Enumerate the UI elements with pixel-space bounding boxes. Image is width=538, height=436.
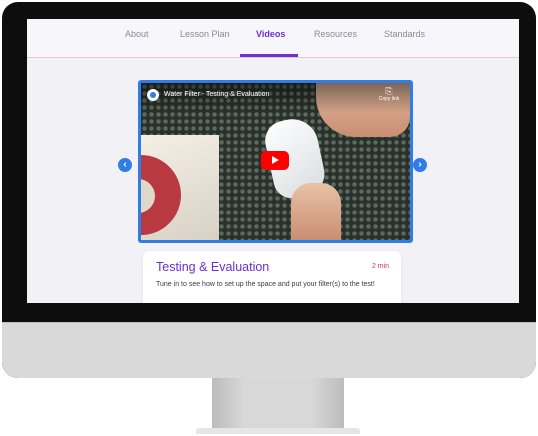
tab-resources[interactable]: Resources <box>314 29 357 39</box>
active-tab-indicator <box>240 54 298 57</box>
card-duration: 2 min <box>371 263 389 270</box>
copy-link-label: Copy link <box>378 96 400 102</box>
copy-link-button[interactable]: ⎘ Copy link <box>374 86 404 102</box>
card-description: Tune in to see how to set up the space a… <box>156 281 375 288</box>
chevron-left-icon: ‹ <box>123 159 127 170</box>
screen: About Lesson Plan Videos Resources Stand… <box>27 19 519 303</box>
tab-standards[interactable]: Standards <box>384 29 425 39</box>
monitor-stand-base <box>196 428 360 434</box>
tab-lesson-plan[interactable]: Lesson Plan <box>180 29 230 39</box>
copy-link-icon: ⎘ <box>385 86 393 96</box>
tab-about[interactable]: About <box>125 29 149 39</box>
tab-videos[interactable]: Videos <box>256 29 285 39</box>
monitor-chin <box>2 322 536 378</box>
channel-avatar[interactable] <box>147 89 159 101</box>
video-title[interactable]: Water Filter - Testing & Evaluation <box>164 91 269 98</box>
card-title: Testing & Evaluation <box>156 260 270 274</box>
video-frame-hand-lower <box>291 183 341 240</box>
carousel-prev-button[interactable]: ‹ <box>118 158 132 172</box>
chin-divider <box>2 322 536 323</box>
video-description-card: Testing & Evaluation 2 min Tune in to se… <box>143 251 401 303</box>
play-button[interactable] <box>261 151 289 170</box>
chevron-right-icon: › <box>418 159 422 170</box>
monitor-stand <box>212 378 344 430</box>
video-player[interactable]: Water Filter - Testing & Evaluation ⎘ Co… <box>138 80 413 243</box>
carousel-next-button[interactable]: › <box>413 158 427 172</box>
video-title-bar: Water Filter - Testing & Evaluation ⎘ Co… <box>141 83 410 113</box>
tab-bar: About Lesson Plan Videos Resources Stand… <box>27 19 519 58</box>
